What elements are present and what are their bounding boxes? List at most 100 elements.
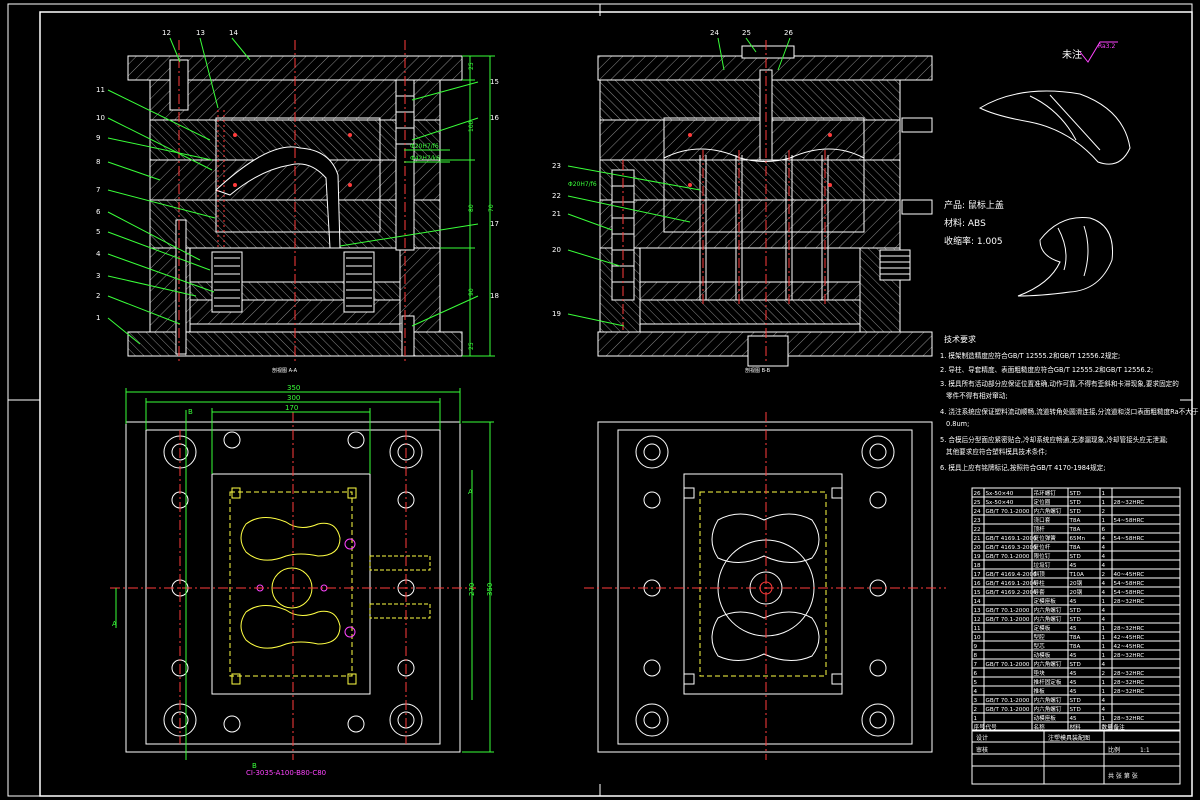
plan-view-dimensions bbox=[115, 388, 494, 760]
title-check-label: 审核 bbox=[976, 746, 988, 754]
bom-cell: 2 bbox=[974, 707, 978, 713]
bom-cell: 13 bbox=[974, 608, 982, 614]
bom-cell: GB/T 4169.1-2006 bbox=[986, 536, 1038, 542]
bom-cell: 4 bbox=[1102, 563, 1106, 569]
bom-cell: 28~32HRC bbox=[1114, 716, 1145, 722]
bom-cell: 内六角螺钉 bbox=[1034, 696, 1062, 704]
bom-cell: STD bbox=[1070, 491, 1081, 497]
balloon-12: 12 bbox=[162, 29, 171, 37]
bom-cell: 28~32HRC bbox=[1114, 689, 1145, 695]
roughness-label: 未注 bbox=[1062, 48, 1082, 61]
bom-cell: 内六角螺钉 bbox=[1034, 606, 1062, 614]
bom-cell: 65Mn bbox=[1070, 536, 1086, 542]
note-line: 零件不得有相对窜动; bbox=[946, 391, 1008, 400]
bom-cell: 导套 bbox=[1034, 588, 1046, 596]
bom-cell: Sx-50×40 bbox=[986, 491, 1014, 497]
section-view-b bbox=[597, 40, 933, 367]
bom-cell: 复位杆 bbox=[1034, 543, 1051, 551]
bom-cell: 28~32HRC bbox=[1114, 680, 1145, 686]
bom-cell: 28~32HRC bbox=[1114, 500, 1145, 506]
bom-cell: 12 bbox=[974, 617, 981, 623]
title-design-label: 设计 bbox=[976, 734, 988, 742]
bom-cell: 28~32HRC bbox=[1114, 653, 1145, 659]
bom-cell: 45 bbox=[1070, 626, 1078, 632]
bom-cell: STD bbox=[1070, 608, 1081, 614]
bom-cell: 28~32HRC bbox=[1114, 599, 1145, 605]
bom-cell: 4 bbox=[1102, 617, 1106, 623]
dim-spacer: 90 bbox=[468, 288, 475, 296]
bom-cell: 21 bbox=[974, 536, 982, 542]
product-material: 材料: ABS bbox=[944, 217, 986, 229]
bom-cell: 1 bbox=[1102, 599, 1106, 605]
bom-cell: 复位弹簧 bbox=[1034, 534, 1057, 542]
bom-cell: T8A bbox=[1069, 635, 1081, 641]
balloon-2: 2 bbox=[96, 292, 100, 300]
roughness-value: Ra3.2 bbox=[1098, 43, 1115, 50]
bom-cell: 浇口套 bbox=[1034, 516, 1051, 524]
bom-cell: 4 bbox=[1102, 545, 1106, 551]
bom-cell: GB/T 70.1-2000 bbox=[986, 662, 1030, 668]
title-sheet-label: 共 张 第 张 bbox=[1108, 772, 1138, 780]
bom-cell: 动模板 bbox=[1034, 651, 1051, 659]
dim-overall-height: 350 bbox=[486, 583, 494, 596]
note-line: 2. 导柱、导套精度、表面粗糙度应符合GB/T 12555.2和GB/T 125… bbox=[940, 365, 1153, 374]
dim-plate-height: 270 bbox=[468, 583, 476, 596]
bom-cell: 45 bbox=[1070, 671, 1078, 677]
dim-plate-width: 300 bbox=[287, 394, 300, 402]
bom-cell: 1 bbox=[1102, 644, 1106, 650]
bom-cell: 1 bbox=[1102, 716, 1106, 722]
product-shrinkage: 收缩率: 1.005 bbox=[944, 235, 1003, 247]
bom-cell: 内六角螺钉 bbox=[1034, 660, 1062, 668]
bom-cell: STD bbox=[1070, 509, 1081, 515]
bom-cell: 2 bbox=[1102, 572, 1106, 578]
bom-cell: 定位圈 bbox=[1034, 498, 1051, 506]
bom-cell: 25 bbox=[974, 500, 982, 506]
bom-cell: 54~58HRC bbox=[1114, 518, 1145, 524]
bom-cell: 45 bbox=[1070, 689, 1078, 695]
bom-cell: T8A bbox=[1069, 527, 1081, 533]
bom-cell: 4 bbox=[1102, 581, 1106, 587]
bom-cell: 26 bbox=[974, 491, 982, 497]
section-a-caption: 剖视图 A-A bbox=[272, 367, 298, 374]
balloon-21: 21 bbox=[552, 210, 561, 218]
balloon-13: 13 bbox=[196, 29, 205, 37]
bom-cell: T8A bbox=[1069, 644, 1081, 650]
bom-cell: 推杆固定板 bbox=[1034, 678, 1062, 686]
bom-cell: 42~45HRC bbox=[1114, 644, 1145, 650]
balloon-17: 17 bbox=[490, 220, 499, 228]
bom-cell: 定模板 bbox=[1034, 624, 1051, 632]
bom-cell: 内六角螺钉 bbox=[1034, 507, 1062, 515]
section-b-caption: 剖视图 B-B bbox=[745, 367, 771, 374]
bom-cell: 6 bbox=[974, 671, 978, 677]
bom-cell: 24 bbox=[974, 509, 982, 515]
bom-cell: T10A bbox=[1069, 572, 1085, 578]
title-scale-value: 1:1 bbox=[1140, 747, 1150, 754]
bom-cell: 22 bbox=[974, 527, 981, 533]
dim-cavity-width: 170 bbox=[285, 404, 298, 412]
product-name: 产品: 鼠标上盖 bbox=[944, 199, 1004, 211]
bom-cell: 10 bbox=[974, 635, 982, 641]
bom-cell: T8A bbox=[1069, 518, 1081, 524]
balloon-5: 5 bbox=[96, 228, 100, 236]
bom-cell: 1 bbox=[1102, 635, 1106, 641]
bom-cell: 45 bbox=[1070, 599, 1078, 605]
balloon-26: 26 bbox=[784, 29, 793, 37]
bom-cell: 1 bbox=[1102, 626, 1106, 632]
bom-cell: GB/T 4169.3-2006 bbox=[986, 545, 1038, 551]
bom-cell: 6 bbox=[1102, 527, 1106, 533]
balloon-9: 9 bbox=[96, 134, 100, 142]
bom-cell: GB/T 70.1-2000 bbox=[986, 707, 1030, 713]
bom-cell: 4 bbox=[1102, 554, 1106, 560]
bom-cell: STD bbox=[1070, 554, 1081, 560]
dim-cavity-plate: 100 bbox=[468, 120, 475, 132]
bom-cell: 19 bbox=[974, 554, 982, 560]
product-iso-top bbox=[978, 90, 1131, 165]
bom-cell: STD bbox=[1070, 617, 1081, 623]
balloon-14: 14 bbox=[229, 29, 238, 37]
bom-cell: 18 bbox=[974, 563, 982, 569]
fit-sprue: Φ20H7/f6 bbox=[568, 181, 597, 188]
bom-cell: 导柱 bbox=[1034, 579, 1046, 587]
bom-cell: 3 bbox=[974, 698, 978, 704]
bom-cell: 4 bbox=[1102, 707, 1106, 713]
bom-cell: 14 bbox=[974, 599, 982, 605]
